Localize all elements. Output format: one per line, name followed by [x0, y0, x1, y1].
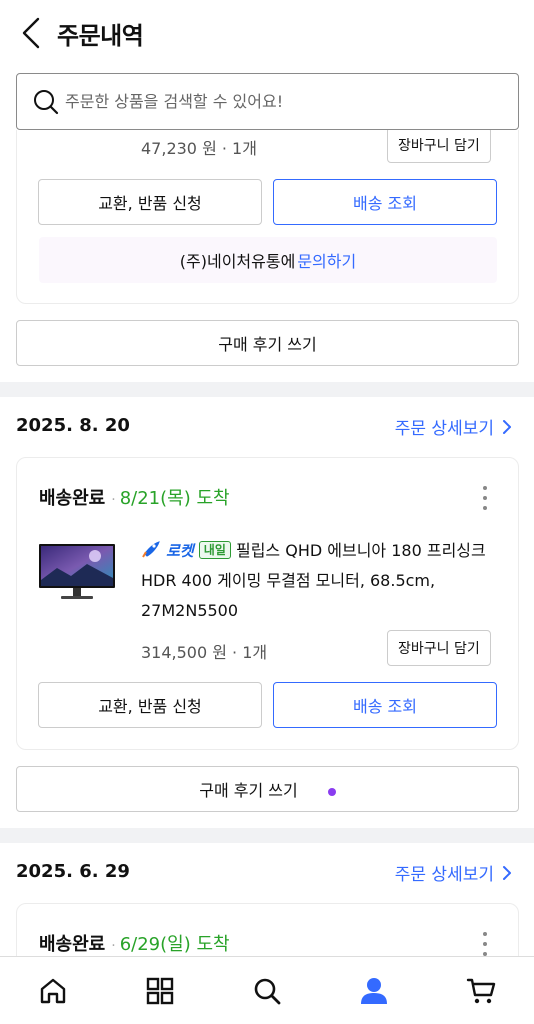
tab-categories[interactable]	[130, 961, 190, 1021]
delivery-status: 배송완료 · 6/29(일) 도착	[39, 930, 230, 956]
separator-dot: ·	[111, 492, 116, 508]
search-bar[interactable]	[16, 73, 519, 130]
search-icon	[33, 89, 59, 115]
bottom-tab-bar	[0, 956, 534, 1024]
more-options-icon[interactable]	[482, 932, 488, 956]
seller-inquiry-bar: (주)네이처유통에 문의하기	[39, 237, 497, 283]
write-review-button[interactable]: 구매 후기 쓰기	[16, 320, 519, 366]
chevron-right-icon	[503, 865, 511, 880]
tab-my-page[interactable]	[344, 961, 404, 1021]
review-label: 구매 후기 쓰기	[199, 781, 298, 800]
order-detail-label: 주문 상세보기	[394, 419, 494, 439]
chevron-left-icon	[22, 17, 40, 49]
back-button[interactable]	[14, 14, 48, 52]
order-detail-label: 주문 상세보기	[394, 865, 494, 885]
order-card: 배송완료 · 8/21(목) 도착 로켓 내일 필립스 QHD 에브니아 180…	[16, 457, 519, 750]
order-date: 2025. 8. 20	[16, 415, 130, 436]
search-icon	[254, 978, 281, 1004]
order-detail-link[interactable]: 주문 상세보기	[395, 860, 512, 885]
page-title: 주문내역	[57, 22, 144, 50]
rocket-icon	[142, 541, 160, 558]
tab-search[interactable]	[237, 961, 297, 1021]
chevron-right-icon	[503, 419, 511, 434]
tab-cart[interactable]	[451, 961, 511, 1021]
separator-dot: ·	[111, 938, 116, 954]
write-review-button[interactable]: 구매 후기 쓰기	[16, 766, 519, 812]
order-card: 47,230 원 · 1개 장바구니 담기 교환, 반품 신청 배송 조회 (주…	[16, 130, 519, 304]
product-name[interactable]: 로켓 내일 필립스 QHD 에브니아 180 프리싱크 HDR 400 게이밍 …	[141, 536, 501, 626]
price-quantity: 314,500 원 · 1개	[141, 643, 268, 662]
exchange-return-button[interactable]: 교환, 반품 신청	[38, 179, 262, 225]
exchange-return-button[interactable]: 교환, 반품 신청	[38, 682, 262, 728]
section-divider	[0, 382, 534, 397]
product-thumbnail[interactable]	[37, 540, 117, 616]
categories-icon	[146, 977, 174, 1004]
arrival-date: 6/29(일) 도착	[119, 934, 230, 955]
home-icon	[41, 978, 66, 1003]
inquiry-link[interactable]: 문의하기	[297, 248, 356, 272]
cart-icon	[466, 978, 495, 1003]
seller-name: (주)네이처유통에	[179, 252, 296, 271]
delivery-status: 배송완료 · 8/21(목) 도착	[39, 484, 230, 510]
search-input[interactable]	[65, 92, 495, 111]
rocket-label: 로켓	[166, 542, 194, 560]
add-to-cart-button[interactable]: 장바구니 담기	[387, 130, 491, 163]
section-divider	[0, 828, 534, 843]
price-quantity: 47,230 원 · 1개	[141, 139, 257, 158]
status-label: 배송완료	[39, 934, 106, 955]
tab-home[interactable]	[23, 961, 83, 1021]
track-delivery-button[interactable]: 배송 조회	[273, 682, 497, 728]
arrival-date: 8/21(목) 도착	[119, 488, 230, 509]
order-detail-link[interactable]: 주문 상세보기	[395, 414, 512, 439]
order-list[interactable]: 47,230 원 · 1개 장바구니 담기 교환, 반품 신청 배송 조회 (주…	[0, 130, 534, 956]
track-delivery-button[interactable]: 배송 조회	[273, 179, 497, 225]
order-card: 배송완료 · 6/29(일) 도착	[16, 903, 519, 956]
touch-indicator	[327, 788, 336, 796]
my-page-icon	[360, 977, 387, 1004]
add-to-cart-button[interactable]: 장바구니 담기	[387, 630, 491, 666]
status-label: 배송완료	[39, 488, 106, 509]
more-options-icon[interactable]	[482, 486, 488, 510]
tomorrow-badge: 내일	[198, 541, 231, 559]
order-date: 2025. 6. 29	[16, 861, 130, 882]
app-header: 주문내역	[0, 0, 534, 66]
